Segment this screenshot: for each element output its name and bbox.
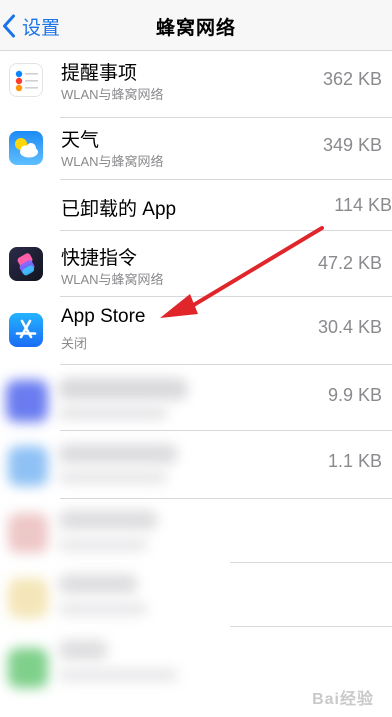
- app-network-setting: WLAN与蜂窝网络: [61, 272, 164, 287]
- app-data-usage: 114 KB: [334, 195, 392, 215]
- app-name: 天气: [61, 130, 100, 151]
- app-name: 已卸载的 App: [61, 199, 177, 220]
- app-store-icon: [9, 313, 43, 347]
- list-item-weather[interactable]: 天气 WLAN与蜂窝网络 349 KB: [0, 118, 392, 180]
- list-item-blurred[interactable]: 1.1 KB: [0, 431, 392, 499]
- app-data-usage: 9.9 KB: [327, 385, 382, 405]
- app-data-usage: 30.4 KB: [317, 317, 382, 337]
- app-network-setting: 关闭: [61, 336, 88, 351]
- reminders-icon: [9, 63, 43, 97]
- list-item-blurred[interactable]: [0, 563, 392, 627]
- weather-icon: [9, 131, 43, 165]
- page-title: 蜂窝网络: [155, 18, 236, 39]
- app-data-usage: 47.2 KB: [317, 253, 382, 273]
- app-network-setting: WLAN与蜂窝网络: [61, 154, 164, 169]
- app-data-usage: 349 KB: [322, 135, 382, 155]
- list-item-shortcuts[interactable]: 快捷指令 WLAN与蜂窝网络 47.2 KB: [0, 231, 392, 297]
- app-name: 提醒事项: [61, 63, 138, 84]
- list-item-blurred[interactable]: 9.9 KB: [0, 365, 392, 431]
- app-cellular-list: 提醒事项 WLAN与蜂窝网络 362 KB 天气 WLAN与蜂窝网络 349 K…: [0, 51, 392, 697]
- app-data-usage: 1.1 KB: [327, 451, 382, 471]
- list-item-blurred[interactable]: [0, 499, 392, 563]
- list-item-uninstalled-apps: 已卸载的 App 114 KB: [0, 180, 392, 231]
- app-name: App Store: [61, 306, 146, 327]
- shortcuts-icon: [9, 247, 43, 281]
- app-data-usage: 362 KB: [322, 69, 382, 89]
- navigation-bar: 设置 蜂窝网络: [0, 0, 392, 51]
- baidu-watermark: Bai经验: [312, 691, 374, 708]
- app-name: 快捷指令: [61, 248, 138, 269]
- list-item-reminders[interactable]: 提醒事项 WLAN与蜂窝网络 362 KB: [0, 51, 392, 118]
- list-item-app-store[interactable]: App Store 关闭 30.4 KB: [0, 297, 392, 365]
- app-network-setting: WLAN与蜂窝网络: [61, 87, 164, 102]
